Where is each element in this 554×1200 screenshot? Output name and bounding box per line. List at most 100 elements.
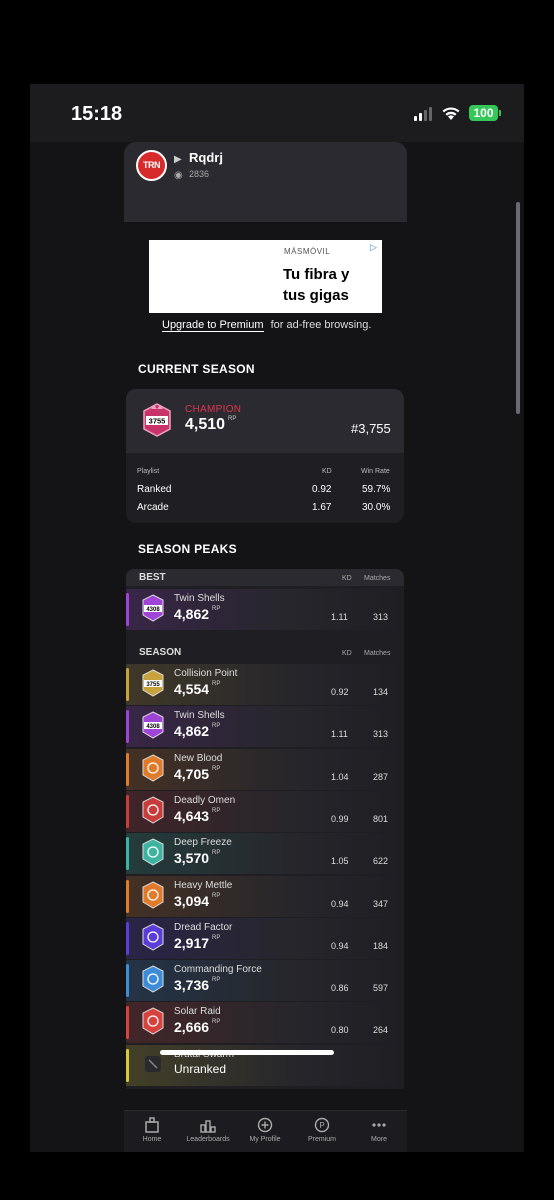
rank-badge-number: 4308 (146, 724, 160, 730)
champion-rank-icon: 3755 (143, 403, 171, 437)
nav-more[interactable]: More (351, 1116, 407, 1143)
season-name: Dread Factor (174, 921, 233, 933)
playlist-arcade: Arcade (137, 502, 169, 513)
nav-leaderboards[interactable]: Leaderboards (180, 1116, 236, 1143)
season-name: New Blood (174, 752, 223, 764)
best-matches-header: Matches (364, 575, 391, 582)
season-name: Deadly Omen (174, 794, 236, 806)
nav-home[interactable]: Home (124, 1116, 180, 1143)
rank-icon (142, 1007, 164, 1035)
season-name: Collision Point (174, 668, 238, 679)
season-matches: 313 (373, 612, 389, 622)
season-rp-value: 4,862 (174, 606, 210, 622)
season-matches: 622 (373, 856, 389, 867)
current-rp: 4,510 RP (185, 416, 236, 434)
ad-banner[interactable]: MÁSMÓVIL ▷ Tu fibra y tus gigas (149, 240, 382, 313)
season-kd: 0.92 (331, 687, 349, 697)
season-row[interactable]: Heavy Mettle 3,094 RP 0.94 347 (126, 875, 404, 917)
username: Rqdrj (189, 150, 223, 165)
trn-logo[interactable]: TRN (136, 150, 167, 181)
season-row[interactable]: 3755 Collision Point 4,554 RP 0.92 134 (126, 664, 404, 705)
cellular-signal-icon (414, 107, 434, 121)
rp-unit: RP (212, 723, 221, 730)
rp-unit: RP (212, 934, 221, 941)
season-row[interactable]: New Blood 4,705 RP 1.04 287 (126, 748, 404, 790)
more-icon (372, 1123, 386, 1127)
status-bar: 15:18 100 (30, 84, 524, 142)
season-row[interactable]: Dread Factor 2,917 RP 0.94 184 (126, 917, 404, 959)
rank-badge-number: 4308 (146, 607, 160, 613)
season-rp-value: 2,666 (174, 1019, 210, 1036)
season-kd-header: KD (342, 650, 352, 657)
plus-circle-icon (257, 1117, 273, 1133)
season-row[interactable]: Solar Raid 2,666 RP 0.80 264 (126, 1002, 404, 1044)
season-kd: 1.04 (331, 771, 349, 782)
season-matches: 801 (373, 813, 389, 824)
rp-unit: RP (212, 892, 221, 899)
best-season-row[interactable]: 4308 Twin Shells 4,862 RP 1.11 313 (126, 589, 404, 630)
season-kd: 0.99 (331, 813, 349, 824)
current-season-summary: 3755 CHAMPION 4,510 RP #3,755 (126, 389, 404, 453)
season-kd: 0.94 (331, 898, 349, 909)
season-kd: 0.86 (331, 983, 349, 994)
season-matches: 184 (373, 940, 389, 951)
season-matches: 264 (373, 1025, 389, 1036)
winrate-ranked: 59.7% (362, 484, 391, 495)
rp-unit: RP (212, 606, 221, 612)
rank-icon (142, 965, 164, 993)
ad-choices-icon[interactable]: ▷ (370, 242, 377, 253)
current-season-card[interactable]: 3755 CHAMPION 4,510 RP #3,755 Playlist KD… (126, 389, 404, 523)
season-rp: 4,643 RP (174, 808, 220, 824)
rp-unit: RP (228, 416, 237, 422)
rp-unit: RP (212, 850, 221, 857)
rank-name: CHAMPION (185, 404, 242, 415)
nav-premium-label: Premium (307, 1136, 336, 1143)
season-header: SEASON KD Matches (126, 644, 404, 661)
season-kd: 0.80 (331, 1025, 349, 1036)
scrollbar[interactable] (516, 202, 520, 414)
rank-icon (142, 838, 164, 866)
season-color-bar (126, 1048, 129, 1082)
current-rp-value: 4,510 (185, 416, 226, 433)
leaderboard-position: #3,755 (351, 421, 391, 436)
season-color-bar (126, 752, 129, 786)
season-rp: 4,862 RP (174, 723, 220, 739)
wifi-icon (442, 107, 460, 120)
season-row[interactable]: Deadly Omen 4,643 RP 0.99 801 (126, 790, 404, 832)
playlist-ranked: Ranked (137, 484, 172, 495)
ad-brand: MÁSMÓVIL (284, 247, 331, 256)
nav-my-profile[interactable]: My Profile (237, 1116, 293, 1143)
current-season-title: CURRENT SEASON (138, 362, 255, 376)
kd-ranked: 0.92 (312, 484, 332, 495)
season-name: Solar Raid (174, 1006, 221, 1018)
season-color-bar (126, 668, 129, 701)
season-row[interactable]: Commanding Force 3,736 RP 0.86 597 (126, 960, 404, 1002)
season-matches: 597 (373, 983, 389, 994)
season-row[interactable]: 4308 Twin Shells 4,862 RP 1.11 313 (126, 706, 404, 748)
home-indicator[interactable] (160, 1050, 334, 1055)
season-name: Commanding Force (174, 964, 262, 976)
playlist-header: Playlist (137, 468, 160, 475)
nav-more-label: More (371, 1136, 387, 1143)
season-row[interactable]: Deep Freeze 3,570 RP 1.05 622 (126, 833, 404, 875)
season-rp-value: 4,554 (174, 681, 210, 697)
season-color-bar (126, 794, 129, 828)
season-rp: 2,917 RP (174, 935, 220, 951)
season-rp: 2,666 RP (174, 1019, 220, 1035)
view-count: 2836 (189, 169, 210, 179)
profile-header: TRN ▶ Rqdrj ◉ 2836 (124, 142, 407, 222)
rp-unit: RP (212, 807, 221, 814)
season-rp-value: 4,862 (174, 723, 210, 740)
best-header: BEST KD Matches (126, 569, 404, 586)
rp-unit: RP (212, 681, 221, 687)
season-rp: Unranked (174, 1061, 227, 1076)
season-color-bar (126, 964, 129, 998)
season-kd: 0.94 (331, 940, 349, 951)
season-color-bar (126, 921, 129, 955)
rank-icon (142, 880, 164, 909)
ad-line-1: Tu fibra y (283, 266, 350, 283)
season-peaks-title: SEASON PEAKS (138, 542, 237, 556)
upgrade-link[interactable]: Upgrade to Premium (162, 319, 264, 332)
season-peaks-card: BEST KD Matches 4308 Twin Shells 4,862 RP 1.… (126, 569, 404, 1089)
nav-premium[interactable]: P Premium (294, 1116, 350, 1143)
